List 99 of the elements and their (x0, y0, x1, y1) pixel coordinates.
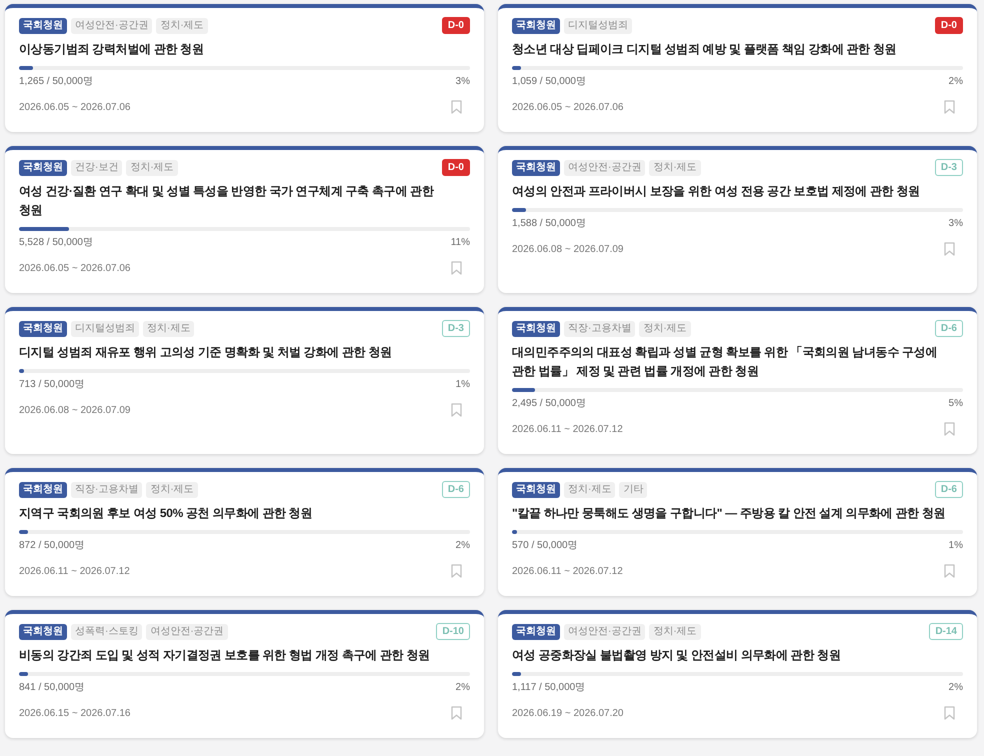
source-tag: 국회청원 (512, 482, 560, 498)
petition-card[interactable]: 국회청원 직장·고용차별 정치·제도 D-6 지역구 국회의원 후보 여성 50% 공천 의무화에 관한 청원 872 / 50,000명 2% 2026.06.11 ~ 2026.07.12 (5, 468, 484, 596)
progress-percent: 11% (450, 236, 470, 249)
progress-percent: 5% (948, 397, 963, 410)
category-tag: 직장·고용차별 (564, 320, 636, 336)
source-tag: 국회청원 (19, 624, 67, 640)
d-day-badge: D-0 (934, 17, 963, 34)
category-tag: 여성안전·공간권 (564, 160, 646, 176)
petition-title: 디지털 성범죄 재유포 행위 고의성 기준 명확화 및 처벌 강화에 관한 청원 (19, 344, 393, 361)
category-tag: 정치·제도 (146, 482, 198, 498)
signature-count: 2,495 / 50,000명 (512, 397, 586, 410)
source-tag: 국회청원 (512, 160, 560, 176)
category-tag: 여성안전·공간권 (564, 624, 646, 640)
d-day-badge: D-14 (929, 623, 963, 640)
d-day-badge: D-3 (442, 320, 470, 337)
petition-title: 대의민주주의의 대표성 확립과 성별 균형 확보를 위한 「국회의원 남녀동수 구성에 관한 법률」 제정 및 관련 법률 개정에 관한 청원 (512, 344, 938, 380)
bookmark-icon[interactable] (944, 564, 955, 578)
petition-period: 2026.06.05 ~ 2026.07.06 (19, 100, 130, 114)
progress-percent: 2% (948, 681, 963, 694)
petition-card[interactable]: 국회청원 직장·고용차별 정치·제도 D-6 대의민주주의의 대표성 확립과 성별 균형 확보를 위한 「국회의원 남녀동수 구성에 관한 법률」 제정 및 관련 법률 개정에 관한 청원 2,495 / 50,000명 5% 2026.06.11 ~ 2026.07.12 (498, 307, 977, 454)
bookmark-icon[interactable] (451, 403, 462, 417)
bookmark-icon[interactable] (944, 706, 955, 720)
signature-count: 713 / 50,000명 (19, 378, 85, 391)
category-tag: 여성안전·공간권 (71, 18, 152, 34)
signature-count: 1,588 / 50,000명 (512, 217, 586, 230)
source-tag: 국회청원 (512, 624, 560, 640)
progress-percent: 1% (456, 378, 470, 391)
d-day-badge: D-0 (442, 159, 470, 176)
bookmark-icon[interactable] (944, 242, 955, 256)
category-tag: 정치·제도 (639, 320, 691, 336)
petition-card[interactable]: 국회청원 여성안전·공간권 정치·제도 D-14 여성 공중화장실 불법촬영 방지 및 안전설비 의무화에 관한 청원 1,117 / 50,000명 2% 2026.06.19 ~ 2026.07.20 (498, 610, 977, 738)
petition-period: 2026.06.11 ~ 2026.07.12 (512, 564, 623, 578)
category-tag: 여성안전·공간권 (146, 624, 228, 640)
category-tag: 직장·고용차별 (71, 482, 142, 498)
signature-count: 5,528 / 50,000명 (19, 236, 93, 249)
petition-title: 비동의 강간죄 도입 및 성적 자기결정권 보호를 위한 형법 개정 촉구에 관한 청원 (19, 647, 431, 664)
petition-title: 지역구 국회의원 후보 여성 50% 공천 의무화에 관한 청원 (19, 505, 314, 522)
petition-period: 2026.06.05 ~ 2026.07.06 (512, 100, 624, 114)
source-tag: 국회청원 (512, 18, 560, 34)
petition-card[interactable]: 국회청원 건강·보건 정치·제도 D-0 여성 건강·질환 연구 확대 및 성별 특성을 반영한 국가 연구체계 구축 촉구에 관한 청원 5,528 / 50,000명 11% 2026.06.05 ~ 2026.07.06 (5, 146, 484, 293)
petition-period: 2026.06.08 ~ 2026.07.09 (19, 404, 130, 416)
petition-card[interactable]: 국회청원 디지털성범죄 정치·제도 D-3 디지털 성범죄 재유포 행위 고의성 기준 명확화 및 처벌 강화에 관한 청원 713 / 50,000명 1% 2026.06.08 ~ 2026.07.09 (5, 307, 484, 454)
d-day-badge: D-6 (442, 481, 470, 498)
category-tag: 성폭력·스토킹 (71, 624, 142, 640)
d-day-badge: D-6 (934, 320, 963, 337)
category-tag: 정치·제도 (156, 18, 208, 34)
d-day-badge: D-0 (442, 17, 470, 34)
petition-card[interactable]: 국회청원 여성안전·공간권 정치·제도 D-3 여성의 안전과 프라이버시 보장을 위한 여성 전용 공간 보호법 제정에 관한 청원 1,588 / 50,000명 3% 2026.06.08 ~ 2026.07.09 (498, 146, 977, 293)
source-tag: 국회청원 (19, 320, 67, 336)
category-tag: 정치·제도 (564, 482, 616, 498)
d-day-badge: D-10 (436, 623, 470, 640)
petition-period: 2026.06.19 ~ 2026.07.20 (512, 706, 624, 720)
d-day-badge: D-6 (934, 481, 963, 498)
category-tag: 정치·제도 (649, 160, 701, 176)
petition-title: 여성 건강·질환 연구 확대 및 성별 특성을 반영한 국가 연구체계 구축 촉구에 관한 청원 (19, 183, 435, 219)
petition-card[interactable]: 국회청원 정치·제도 기타 D-6 "칼끝 하나만 뭉툭해도 생명을 구합니다" — 주방용 칼 안전 설계 의무화에 관한 청원 570 / 50,000명 1% 2026.06.11 ~ 2026.07.12 (498, 468, 977, 596)
signature-count: 1,265 / 50,000명 (19, 75, 93, 88)
bookmark-icon[interactable] (944, 100, 955, 114)
signature-count: 1,117 / 50,000명 (512, 681, 586, 694)
category-tag: 건강·보건 (71, 160, 122, 176)
category-tag: 디지털성범죄 (564, 18, 632, 34)
signature-count: 570 / 50,000명 (512, 539, 578, 552)
category-tag: 디지털성범죄 (71, 320, 139, 336)
category-tag: 기타 (619, 482, 648, 498)
petition-period: 2026.06.05 ~ 2026.07.06 (19, 262, 130, 274)
progress-percent: 3% (456, 75, 470, 88)
progress-percent: 2% (456, 681, 470, 694)
petition-card[interactable]: 국회청원 성폭력·스토킹 여성안전·공간권 D-10 비동의 강간죄 도입 및 성적 자기결정권 보호를 위한 형법 개정 촉구에 관한 청원 841 / 50,000명 2% 2026.06.15 ~ 2026.07.16 (5, 610, 484, 738)
signature-count: 872 / 50,000명 (19, 539, 85, 552)
progress-percent: 2% (948, 75, 963, 88)
source-tag: 국회청원 (19, 160, 67, 176)
bookmark-icon[interactable] (451, 706, 462, 720)
signature-count: 841 / 50,000명 (19, 681, 85, 694)
bookmark-icon[interactable] (944, 422, 955, 436)
source-tag: 국회청원 (512, 320, 560, 336)
progress-percent: 1% (948, 539, 963, 552)
category-tag: 정치·제도 (649, 624, 701, 640)
bookmark-icon[interactable] (451, 564, 462, 578)
progress-percent: 3% (948, 217, 963, 230)
signature-count: 1,059 / 50,000명 (512, 75, 586, 88)
progress-percent: 2% (456, 539, 470, 552)
d-day-badge: D-3 (934, 159, 963, 176)
petition-period: 2026.06.08 ~ 2026.07.09 (512, 242, 624, 256)
petition-title: 청소년 대상 딥페이크 디지털 성범죄 예방 및 플랫폼 책임 강화에 관한 청원 (512, 41, 898, 58)
source-tag: 국회청원 (19, 18, 67, 34)
petition-title: 이상동기범죄 강력처벌에 관한 청원 (19, 41, 205, 58)
category-tag: 정치·제도 (143, 320, 194, 336)
petition-period: 2026.06.11 ~ 2026.07.12 (512, 422, 623, 436)
bookmark-icon[interactable] (451, 100, 462, 114)
petition-card[interactable]: 국회청원 여성안전·공간권 정치·제도 D-0 이상동기범죄 강력처벌에 관한 청원 1,265 / 50,000명 3% 2026.06.05 ~ 2026.07.06 (5, 4, 484, 132)
petition-card[interactable]: 국회청원 디지털성범죄 D-0 청소년 대상 딥페이크 디지털 성범죄 예방 및 플랫폼 책임 강화에 관한 청원 1,059 / 50,000명 2% 2026.06.05 ~ 2026.07.06 (498, 4, 977, 132)
petition-title: 여성 공중화장실 불법촬영 방지 및 안전설비 의무화에 관한 청원 (512, 647, 842, 664)
petition-period: 2026.06.15 ~ 2026.07.16 (19, 706, 130, 720)
petition-title: 여성의 안전과 프라이버시 보장을 위한 여성 전용 공간 보호법 제정에 관한 청원 (512, 183, 921, 200)
bookmark-icon[interactable] (451, 261, 462, 275)
petition-period: 2026.06.11 ~ 2026.07.12 (19, 564, 130, 578)
petition-title: "칼끝 하나만 뭉툭해도 생명을 구합니다" — 주방용 칼 안전 설계 의무화에 관한 청원 (512, 505, 946, 522)
source-tag: 국회청원 (19, 482, 67, 498)
category-tag: 정치·제도 (126, 160, 178, 176)
